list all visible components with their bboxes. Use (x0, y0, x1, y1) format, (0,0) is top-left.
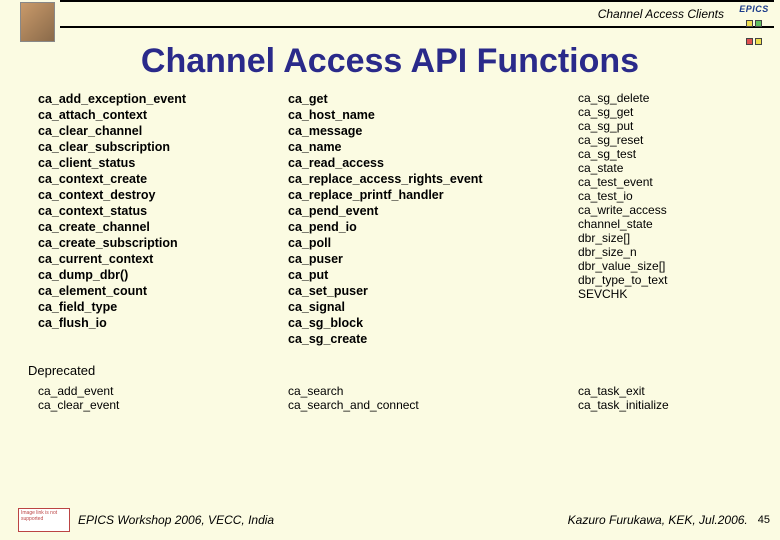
function-item: ca_puser (288, 251, 568, 267)
function-item: ca_sg_get (578, 105, 752, 119)
function-item: ca_element_count (38, 283, 278, 299)
function-item: ca_host_name (288, 107, 568, 123)
function-item: ca_poll (288, 235, 568, 251)
epics-balls (734, 14, 774, 50)
function-item: ca_search_and_connect (288, 398, 568, 412)
page-number: 45 (758, 514, 770, 526)
deprecated-columns: ca_add_eventca_clear_event ca_searchca_s… (0, 384, 780, 412)
function-item: ca_replace_access_rights_event (288, 171, 568, 187)
function-item: ca_task_exit (578, 384, 752, 398)
function-item: ca_replace_printf_handler (288, 187, 568, 203)
header-bar: Channel Access Clients (60, 0, 774, 28)
function-item: ca_read_access (288, 155, 568, 171)
function-item: ca_current_context (38, 251, 278, 267)
footer: Image link is not supported EPICS Worksh… (0, 508, 780, 532)
deprecated-col-1: ca_add_eventca_clear_event (38, 384, 278, 412)
footer-right: Kazuro Furukawa, KEK, Jul.2006. (568, 513, 748, 527)
function-item: ca_signal (288, 299, 568, 315)
function-item: ca_flush_io (38, 315, 278, 331)
function-item: ca_sg_block (288, 315, 568, 331)
functions-col-3: ca_sg_deleteca_sg_getca_sg_putca_sg_rese… (578, 91, 752, 347)
function-item: ca_message (288, 123, 568, 139)
function-item: ca_context_create (38, 171, 278, 187)
function-item: ca_state (578, 161, 752, 175)
function-item: dbr_size[] (578, 231, 752, 245)
function-item: ca_attach_context (38, 107, 278, 123)
function-item: ca_test_io (578, 189, 752, 203)
function-item: ca_clear_event (38, 398, 278, 412)
function-item: ca_add_exception_event (38, 91, 278, 107)
function-item: ca_clear_subscription (38, 139, 278, 155)
function-item: dbr_type_to_text (578, 273, 752, 287)
slide-logo-left (20, 2, 55, 42)
function-item: ca_set_puser (288, 283, 568, 299)
footer-left: EPICS Workshop 2006, VECC, India (78, 513, 274, 527)
function-item: ca_create_subscription (38, 235, 278, 251)
function-item: ca_sg_reset (578, 133, 752, 147)
function-item: ca_name (288, 139, 568, 155)
function-item: ca_client_status (38, 155, 278, 171)
function-item: channel_state (578, 217, 752, 231)
function-item: ca_sg_put (578, 119, 752, 133)
broken-image-icon: Image link is not supported (18, 508, 70, 532)
functions-columns: ca_add_exception_eventca_attach_contextc… (0, 91, 780, 347)
function-item: ca_search (288, 384, 568, 398)
function-item: SEVCHK (578, 287, 752, 301)
function-item: ca_create_channel (38, 219, 278, 235)
slide-title: Channel Access API Functions (0, 42, 780, 81)
deprecated-label: Deprecated (28, 363, 780, 378)
function-item: ca_test_event (578, 175, 752, 189)
function-item: ca_write_access (578, 203, 752, 217)
function-item: ca_sg_create (288, 331, 568, 347)
function-item: ca_field_type (38, 299, 278, 315)
epics-logo: EPICS (734, 4, 774, 50)
function-item: dbr_size_n (578, 245, 752, 259)
function-item: dbr_value_size[] (578, 259, 752, 273)
function-item: ca_put (288, 267, 568, 283)
deprecated-col-3: ca_task_exitca_task_initialize (578, 384, 752, 412)
functions-col-1: ca_add_exception_eventca_attach_contextc… (38, 91, 278, 347)
function-item: ca_clear_channel (38, 123, 278, 139)
function-item: ca_pend_io (288, 219, 568, 235)
function-item: ca_task_initialize (578, 398, 752, 412)
function-item: ca_add_event (38, 384, 278, 398)
epics-label: EPICS (734, 4, 774, 14)
functions-col-2: ca_getca_host_nameca_messageca_nameca_re… (288, 91, 568, 347)
function-item: ca_sg_test (578, 147, 752, 161)
function-item: ca_dump_dbr() (38, 267, 278, 283)
function-item: ca_pend_event (288, 203, 568, 219)
function-item: ca_get (288, 91, 568, 107)
function-item: ca_sg_delete (578, 91, 752, 105)
header-title: Channel Access Clients (598, 7, 724, 21)
deprecated-col-2: ca_searchca_search_and_connect (288, 384, 568, 412)
function-item: ca_context_destroy (38, 187, 278, 203)
function-item: ca_context_status (38, 203, 278, 219)
